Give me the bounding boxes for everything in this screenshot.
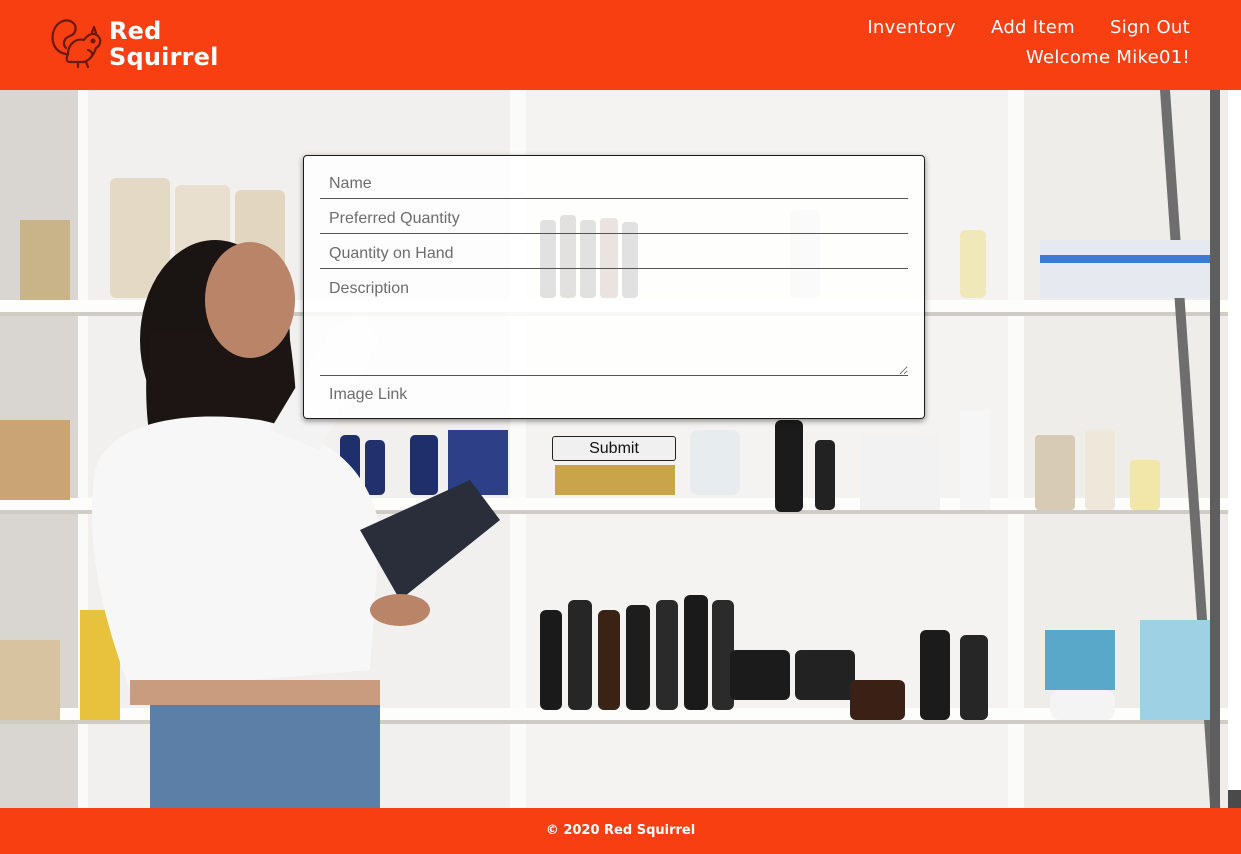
add-item-form [303,155,925,419]
quantity-on-hand-input[interactable] [320,240,908,269]
preferred-quantity-input[interactable] [320,205,908,234]
brand-line-1: Red [109,17,162,45]
nav-sign-out-link[interactable]: Sign Out [1110,17,1190,39]
footer: © 2020 Red Squirrel [0,808,1241,854]
brand-name: Red Squirrel [109,18,219,70]
squirrel-icon [51,19,102,69]
page-edge-dark [1228,790,1241,808]
image-link-input[interactable] [320,382,908,408]
description-textarea[interactable] [320,278,908,376]
main-nav: Inventory Add Item Sign Out [867,17,1190,39]
copyright-text: © 2020 Red Squirrel [545,823,696,838]
submit-button[interactable]: Submit [552,436,676,461]
name-input[interactable] [320,170,908,199]
nav-add-item-link[interactable]: Add Item [991,17,1075,39]
add-item-page: Red Squirrel Inventory Add Item Sign Out… [0,0,1241,854]
page-edge [1228,90,1241,790]
logo[interactable]: Red Squirrel [48,14,228,74]
nav-inventory-link[interactable]: Inventory [867,17,956,39]
header: Red Squirrel Inventory Add Item Sign Out… [0,0,1241,90]
welcome-message: Welcome Mike01! [1025,47,1190,68]
brand-line-2: Squirrel [109,43,219,71]
